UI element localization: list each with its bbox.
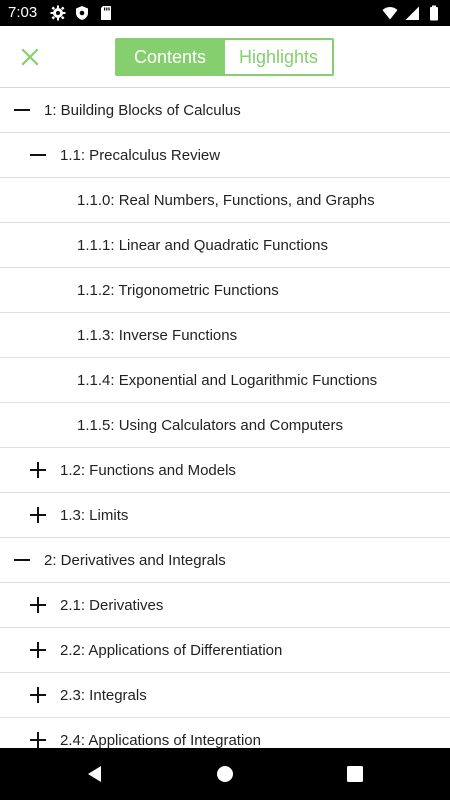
sd-card-icon xyxy=(101,6,111,20)
toc-item-chapter-1[interactable]: 1: Building Blocks of Calculus xyxy=(0,88,450,133)
toc-item-label: 1.2: Functions and Models xyxy=(60,462,236,479)
tab-highlights[interactable]: Highlights xyxy=(223,40,332,74)
status-bar: 7:03 xyxy=(0,0,450,26)
toc-item-label: 1.1.4: Exponential and Logarithmic Funct… xyxy=(77,372,378,389)
toc-item-label: 2.1: Derivatives xyxy=(60,597,164,614)
toc-item-1-3[interactable]: 1.3: Limits xyxy=(0,493,450,538)
tab-contents[interactable]: Contents xyxy=(117,40,223,74)
toc-item-label: 1.1.2: Trigonometric Functions xyxy=(77,282,279,299)
collapse-icon[interactable] xyxy=(13,101,31,119)
close-icon[interactable] xyxy=(18,45,42,69)
expand-icon[interactable] xyxy=(29,641,47,659)
toc-item-1-1-2[interactable]: 1.1.2: Trigonometric Functions xyxy=(0,268,450,313)
battery-icon xyxy=(430,5,438,21)
wifi-icon xyxy=(382,7,398,20)
expand-icon[interactable] xyxy=(29,731,47,748)
toc-item-label: 1: Building Blocks of Calculus xyxy=(44,102,241,119)
toc-item-1-1-0[interactable]: 1.1.0: Real Numbers, Functions, and Grap… xyxy=(0,178,450,223)
toc-item-1-1-1[interactable]: 1.1.1: Linear and Quadratic Functions xyxy=(0,223,450,268)
toc-item-label: 1.1.5: Using Calculators and Computers xyxy=(77,417,343,434)
toc-item-1-2[interactable]: 1.2: Functions and Models xyxy=(0,448,450,493)
toc-header: Contents Highlights xyxy=(0,26,450,88)
toc-item-label: 1.3: Limits xyxy=(60,507,129,524)
toc-item-label: 1.1.3: Inverse Functions xyxy=(77,327,238,344)
toc-item-2-1[interactable]: 2.1: Derivatives xyxy=(0,583,450,628)
toc-item-chapter-2[interactable]: 2: Derivatives and Integrals xyxy=(0,538,450,583)
status-left-icons xyxy=(50,5,114,21)
toc-item-label: 2: Derivatives and Integrals xyxy=(44,552,226,569)
toc-item-2-3[interactable]: 2.3: Integrals xyxy=(0,673,450,718)
navigation-bar xyxy=(0,748,450,800)
collapse-icon[interactable] xyxy=(13,551,31,569)
toc-item-1-1-5[interactable]: 1.1.5: Using Calculators and Computers xyxy=(0,403,450,448)
toc-item-1-1-3[interactable]: 1.1.3: Inverse Functions xyxy=(0,313,450,358)
toc-item-label: 2.4: Applications of Integration xyxy=(60,732,261,748)
shield-icon xyxy=(76,6,88,20)
collapse-icon[interactable] xyxy=(29,146,47,164)
expand-icon[interactable] xyxy=(29,686,47,704)
toc-item-2-2[interactable]: 2.2: Applications of Differentiation xyxy=(0,628,450,673)
back-icon[interactable] xyxy=(85,764,105,784)
toc-item-2-4[interactable]: 2.4: Applications of Integration xyxy=(0,718,450,748)
toc-item-label: 2.2: Applications of Differentiation xyxy=(60,642,283,659)
toc-item-label: 1.1: Precalculus Review xyxy=(60,147,221,164)
expand-icon[interactable] xyxy=(29,506,47,524)
toc-item-1-1-4[interactable]: 1.1.4: Exponential and Logarithmic Funct… xyxy=(0,358,450,403)
home-icon[interactable] xyxy=(215,764,235,784)
gear-icon xyxy=(50,5,66,21)
expand-icon[interactable] xyxy=(29,461,47,479)
status-right-icons xyxy=(382,5,442,21)
table-of-contents: 1: Building Blocks of Calculus 1.1: Prec… xyxy=(0,88,450,748)
signal-icon xyxy=(405,6,419,20)
toc-item-label: 1.1.0: Real Numbers, Functions, and Grap… xyxy=(77,192,375,209)
recents-icon[interactable] xyxy=(345,764,365,784)
tab-switcher: Contents Highlights xyxy=(115,38,334,76)
expand-icon[interactable] xyxy=(29,596,47,614)
toc-item-1-1[interactable]: 1.1: Precalculus Review xyxy=(0,133,450,178)
toc-item-label: 1.1.1: Linear and Quadratic Functions xyxy=(77,237,328,254)
toc-item-label: 2.3: Integrals xyxy=(60,687,147,704)
status-time: 7:03 xyxy=(8,4,38,21)
